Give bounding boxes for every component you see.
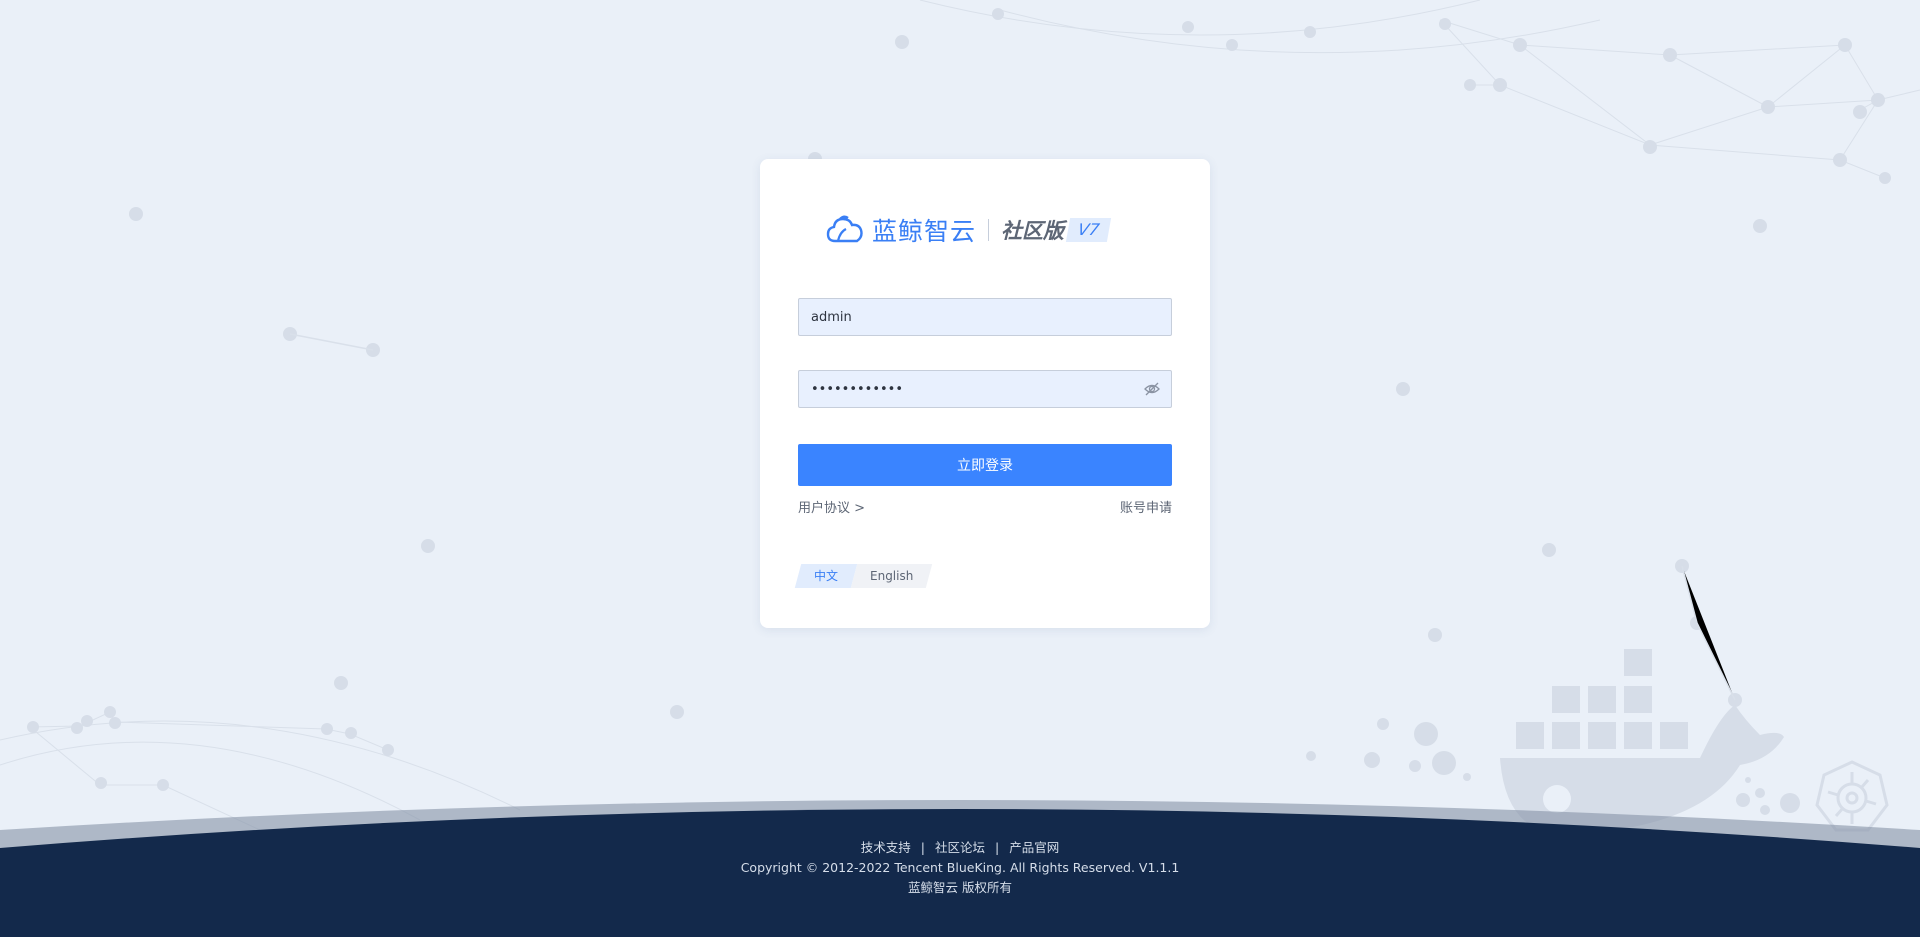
link-row: 用户协议 > 账号申请 <box>798 497 1172 517</box>
user-agreement-link[interactable]: 用户协议 > <box>798 497 865 516</box>
cloud-logo-icon <box>826 215 863 243</box>
login-button[interactable]: 立即登录 <box>798 444 1172 486</box>
brand-name: 蓝鲸智云 <box>872 217 977 246</box>
lang-option-label: English <box>870 569 914 583</box>
password-input[interactable] <box>799 371 1143 407</box>
lang-option-english[interactable]: English <box>850 564 933 588</box>
lang-option-chinese[interactable]: 中文 <box>794 564 858 588</box>
footer-link-website[interactable]: 产品官网 <box>1009 838 1059 858</box>
eye-hidden-icon[interactable] <box>1143 380 1161 398</box>
brand-logo: 蓝鲸智云 社区版 V7 <box>826 214 1112 246</box>
language-switch: 中文 English <box>794 564 933 588</box>
username-input[interactable] <box>799 299 1143 335</box>
login-card: 蓝鲸智云 社区版 V7 立即登录 用户协议 > 账号申请 中文 English <box>760 159 1210 628</box>
brand-edition: 社区版 <box>1001 219 1065 243</box>
footer-links: 技术支持 | 社区论坛 | 产品官网 <box>861 838 1059 858</box>
footer-link-forum[interactable]: 社区论坛 <box>935 838 985 858</box>
version-badge: V7 <box>1065 218 1112 242</box>
username-field[interactable] <box>798 298 1172 336</box>
footer-separator: | <box>995 840 1000 855</box>
footer-link-support[interactable]: 技术支持 <box>861 838 911 858</box>
brand-divider <box>988 219 990 241</box>
lang-option-label: 中文 <box>814 569 839 583</box>
account-apply-link[interactable]: 账号申请 <box>1120 497 1172 516</box>
password-field[interactable] <box>798 370 1172 408</box>
footer-separator: | <box>920 840 925 855</box>
